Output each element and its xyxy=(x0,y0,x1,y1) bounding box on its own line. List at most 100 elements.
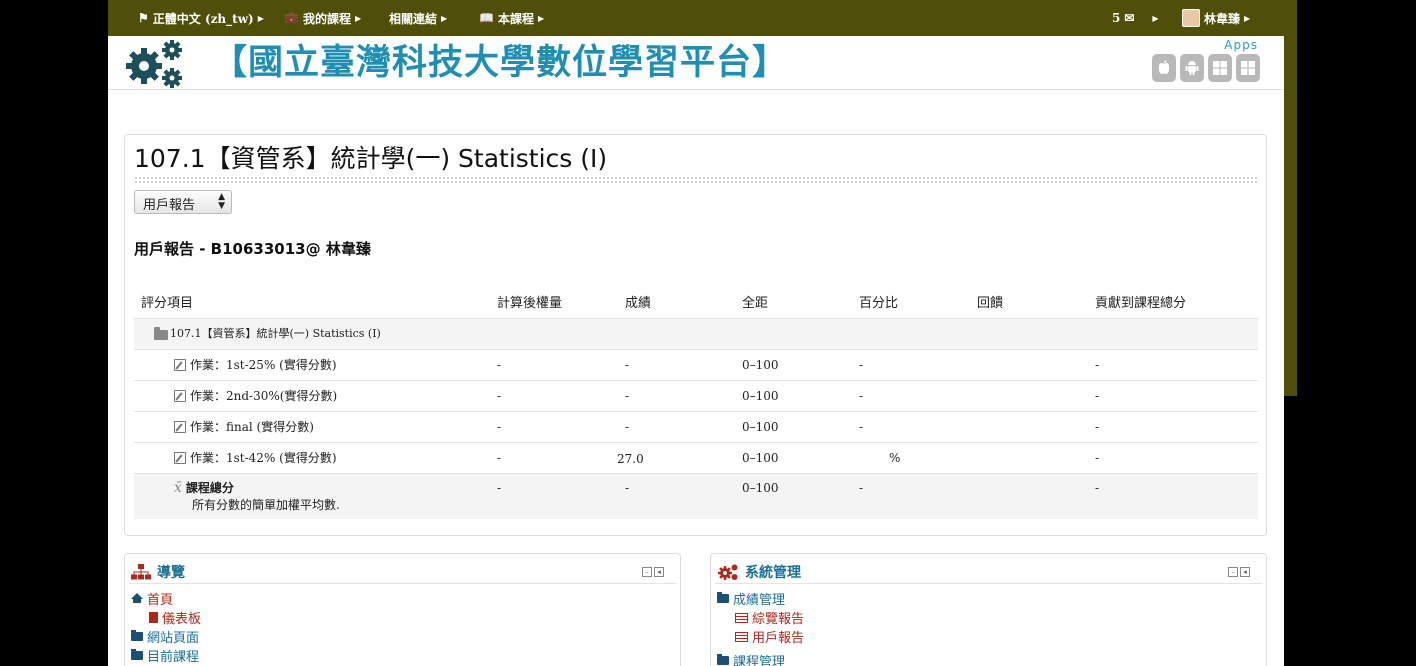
block-divider xyxy=(715,583,1262,584)
weight-cell: - xyxy=(497,358,502,372)
folder-open-icon xyxy=(717,592,729,603)
category-row: 107.1【資管系】統計學(一) Statistics (I) xyxy=(134,318,1258,349)
sigma-icon: x̄ xyxy=(174,480,182,496)
folder-icon xyxy=(717,654,729,665)
grade-item-name[interactable]: 作業：1st-42% (實得分數) xyxy=(190,443,337,473)
grade-item[interactable]: 作業：1st-25% (實得分數) xyxy=(174,350,337,380)
grade-item-name[interactable]: 作業：1st-25% (實得分數) xyxy=(190,350,337,380)
gears-icon xyxy=(718,564,738,580)
weight-cell: - xyxy=(497,420,502,434)
grade-item[interactable]: 作業：final (實得分數) xyxy=(174,412,314,442)
site-title[interactable]: 【國立臺灣科技大學數位學習平台】 xyxy=(212,36,788,85)
table-icon xyxy=(735,612,748,623)
course-total-description: 所有分數的簡單加權平均數. xyxy=(192,498,340,512)
navigation-block-header: 導覽 xyxy=(131,562,185,582)
administration-title: 系統管理 xyxy=(745,565,801,581)
nav-item-label[interactable]: 網站頁面 xyxy=(147,627,199,646)
windows-icon[interactable] xyxy=(1208,54,1232,82)
apple-icon[interactable] xyxy=(1152,54,1176,82)
table-row: 作業：1st-42% (實得分數) - 27.0 0–100 % - xyxy=(134,442,1258,473)
grade-cell: - xyxy=(625,420,630,434)
report-heading: 用戶報告 - B10633013@ 林韋臻 xyxy=(134,240,371,258)
caret-right-icon: ▶ xyxy=(257,13,264,23)
weight-cell: - xyxy=(497,451,502,465)
admin-item-grade-admin[interactable]: 成績管理 xyxy=(717,589,785,608)
select-arrows-icon: ▲ ▼ xyxy=(218,192,225,211)
weight-cell: - xyxy=(497,389,502,403)
grade-item[interactable]: 作業：2nd-30%(實得分數) xyxy=(174,381,337,411)
book-icon: 📖 xyxy=(479,11,494,25)
range-cell: 0–100 xyxy=(742,358,779,372)
nav-item-home[interactable]: 首頁 xyxy=(131,589,173,608)
caret-right-icon: ▶ xyxy=(441,13,448,23)
admin-item-label[interactable]: 成績管理 xyxy=(733,589,785,608)
grade-cell: 27.0 xyxy=(617,452,644,466)
grade-item-name[interactable]: 作業：2nd-30%(實得分數) xyxy=(190,381,337,411)
my-courses-menu[interactable]: 💼 我的課程 ▶ xyxy=(284,0,361,36)
caret-right-icon: ▶ xyxy=(354,13,362,23)
user-name: 林韋臻 xyxy=(1204,11,1241,26)
caret-right-icon: ▶ xyxy=(1244,13,1251,23)
course-total-row: x̄ 課程總分 所有分數的簡單加權平均數. - - 0–100 - - xyxy=(134,473,1258,519)
windows-phone-icon[interactable] xyxy=(1236,54,1260,82)
my-courses-label: 我的課程 xyxy=(302,11,351,26)
range-cell: 0–100 xyxy=(742,389,779,403)
admin-item-user-report[interactable]: 用戶報告 xyxy=(735,627,804,646)
page-content: 【國立臺灣科技大學數位學習平台】 Apps 107.1【資管系】統計學(一) S… xyxy=(108,36,1284,666)
admin-item-label[interactable]: 課程管理 xyxy=(733,651,785,666)
folder-open-icon xyxy=(131,649,143,660)
table-row: 作業：1st-25% (實得分數) - - 0–100 - - xyxy=(134,349,1258,380)
category-cell: 107.1【資管系】統計學(一) Statistics (I) xyxy=(154,319,381,349)
gears-logo-icon xyxy=(122,36,188,92)
assignment-icon xyxy=(174,390,186,402)
grade-report-card: 107.1【資管系】統計學(一) Statistics (I) 用戶報告 ▲ ▼ … xyxy=(124,134,1267,536)
caret-right-icon: ▶ xyxy=(537,13,545,23)
percentage-cell: % xyxy=(889,451,901,465)
message-count: 5 xyxy=(1112,11,1121,25)
header-item[interactable]: 評分項目 xyxy=(141,290,193,318)
collapse-block-icon[interactable]: – xyxy=(1228,567,1238,577)
collapse-block-icon[interactable]: – xyxy=(642,567,652,577)
nav-item-current-courses[interactable]: 目前課程 xyxy=(131,646,199,665)
caret-right-icon: ▶ xyxy=(1152,13,1159,23)
table-row: 作業：final (實得分數) - - 0–100 - - xyxy=(134,411,1258,442)
admin-item-course-admin[interactable]: 課程管理 xyxy=(717,651,785,666)
navigation-title: 導覽 xyxy=(157,565,185,581)
top-navbar: ⚑ 正體中文 (zh_tw) ▶ 💼 我的課程 ▶ 相關連結 ▶ 📖 本課程 ▶… xyxy=(108,0,1297,36)
android-icon[interactable] xyxy=(1180,54,1204,82)
admin-item-label[interactable]: 綜覽報告 xyxy=(752,608,804,627)
weight-cell: - xyxy=(497,481,502,495)
header-feedback: 回饋 xyxy=(977,296,1004,311)
flag-icon: ⚑ xyxy=(138,11,149,25)
nav-item-label[interactable]: 首頁 xyxy=(147,589,173,608)
admin-item-label[interactable]: 用戶報告 xyxy=(752,627,804,646)
language-menu[interactable]: ⚑ 正體中文 (zh_tw) ▶ xyxy=(138,0,264,36)
messages-menu[interactable]: 5 ✉ ▶ xyxy=(1112,0,1159,36)
grade-table: 評分項目 計算後權量 成績 全距 百分比 回饋 貢獻到課程總分 107.1【資管… xyxy=(134,290,1258,519)
nav-item-label[interactable]: 儀表板 xyxy=(162,608,201,627)
nav-item-dashboard[interactable]: 儀表板 xyxy=(149,608,201,627)
briefcase-icon: 💼 xyxy=(284,11,299,25)
nav-item-site-pages[interactable]: 網站頁面 xyxy=(131,627,199,646)
table-header: 評分項目 計算後權量 成績 全距 百分比 回饋 貢獻到課程總分 xyxy=(134,290,1258,318)
navigation-block: 導覽 – ◂ 首頁 儀表板 網站頁面 目前課程 xyxy=(124,553,681,666)
header-grade: 成績 xyxy=(625,296,652,311)
grade-item-name[interactable]: 作業：final (實得分數) xyxy=(190,412,314,442)
this-course-menu[interactable]: 📖 本課程 ▶ xyxy=(479,0,544,36)
site-banner: 【國立臺灣科技大學數位學習平台】 Apps xyxy=(108,36,1284,90)
grade-item[interactable]: 作業：1st-42% (實得分數) xyxy=(174,443,337,473)
dock-block-icon[interactable]: ◂ xyxy=(654,567,664,577)
admin-item-grader-report[interactable]: 綜覽報告 xyxy=(735,608,804,627)
header-weight: 計算後權量 xyxy=(497,296,563,311)
contribution-cell: - xyxy=(1095,451,1100,465)
nav-item-label[interactable]: 目前課程 xyxy=(147,646,199,665)
links-menu[interactable]: 相關連結 ▶ xyxy=(389,0,447,36)
dock-block-icon[interactable]: ◂ xyxy=(1240,567,1250,577)
grade-cell: - xyxy=(625,389,630,403)
envelope-icon: ✉ xyxy=(1124,11,1135,25)
report-type-select[interactable]: 用戶報告 ▲ ▼ xyxy=(134,190,232,214)
title-divider xyxy=(134,176,1258,184)
administration-block: 系統管理 – ◂ 成績管理 綜覽報告 用戶報告 課程管理 xyxy=(710,553,1267,666)
percentage-cell: - xyxy=(859,389,864,403)
user-menu[interactable]: 林韋臻 ▶ xyxy=(1182,0,1250,36)
